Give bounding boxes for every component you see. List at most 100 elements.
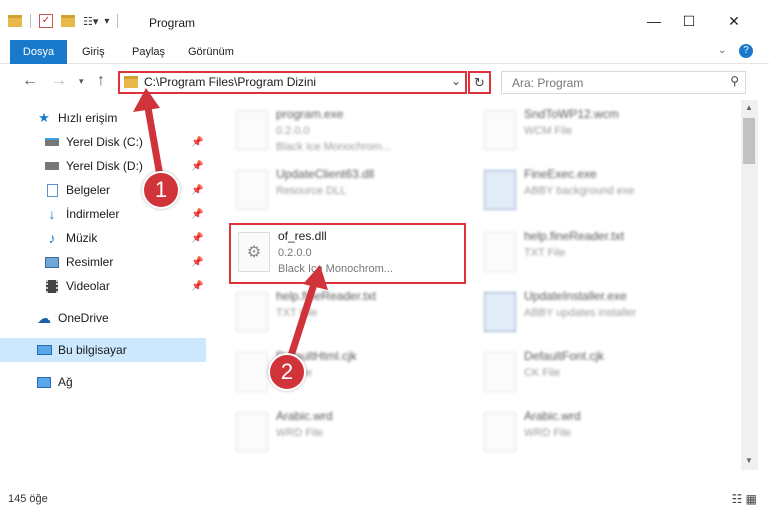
folder-icon <box>124 76 138 88</box>
vertical-scrollbar[interactable]: ▲ ▼ <box>741 100 758 470</box>
sidebar-item-label: Hızlı erişim <box>58 111 118 125</box>
separator <box>30 14 31 28</box>
step-2-badge: 2 <box>268 353 306 391</box>
pin-icon[interactable]: 📌 <box>191 257 203 268</box>
pin-icon[interactable]: 📌 <box>191 281 203 292</box>
search-input[interactable]: Ara: Program ⚲ <box>501 71 746 94</box>
pin-icon[interactable]: 📌 <box>191 209 203 220</box>
list-item[interactable]: program.exe 0.2.0.0 Black Ice Monochrom.… <box>228 104 468 162</box>
file-icon <box>484 412 516 452</box>
file-name: SndToWP12.wcm <box>524 107 619 121</box>
scroll-down-icon[interactable]: ▼ <box>745 456 753 465</box>
sidebar-item-quick-access[interactable]: ★ Hızlı erişim <box>0 106 206 130</box>
window-title: Program <box>149 16 196 30</box>
sidebar-item-videos[interactable]: Videolar 📌 <box>0 274 206 298</box>
view-toggle-icons[interactable]: ☷ ▦ <box>732 492 757 506</box>
tab-share[interactable]: Paylaş <box>124 40 173 64</box>
pin-icon[interactable]: 📌 <box>191 161 203 172</box>
pin-icon[interactable]: 📌 <box>191 233 203 244</box>
list-item[interactable]: FineExec.exe ABBY background exe <box>476 164 716 222</box>
sidebar-item-label: Bu bilgisayar <box>58 343 127 357</box>
folder-icon <box>8 15 22 27</box>
list-item[interactable]: DefaultFont.cjk CK File <box>476 346 716 404</box>
sidebar-item-network[interactable]: Ağ <box>0 370 206 394</box>
exe-file-icon <box>484 292 516 332</box>
navigation-pane: ★ Hızlı erişim Yerel Disk (C:) 📌 Yerel D… <box>0 100 206 470</box>
file-icon <box>484 352 516 392</box>
forward-button[interactable]: → <box>51 72 67 90</box>
pin-icon[interactable]: 📌 <box>191 185 203 196</box>
download-icon: ↓ <box>48 206 56 222</box>
sidebar-item-label: Belgeler <box>66 183 111 197</box>
help-icon[interactable]: ? <box>739 44 753 58</box>
file-type: ABBY updates installer <box>524 307 637 319</box>
sidebar-item-pictures[interactable]: Resimler 📌 <box>0 250 206 274</box>
list-item[interactable]: UpdateInstaller.exe ABBY updates install… <box>476 286 716 344</box>
file-type: WRD File <box>524 427 572 439</box>
file-name: help.fineReader.txt <box>524 229 625 243</box>
customize-icon[interactable]: ☷▾ <box>83 15 98 28</box>
file-type: TXT File <box>276 307 318 319</box>
list-item[interactable]: UpdateClient63.dll Resource DLL <box>228 164 468 222</box>
sidebar-item-local-disk-c[interactable]: Yerel Disk (C:) 📌 <box>0 130 206 154</box>
list-item[interactable]: Arabic.wrd WRD File <box>476 406 716 464</box>
highlight-box <box>229 223 466 284</box>
network-icon <box>36 375 52 389</box>
up-button[interactable]: ↑ <box>97 72 105 90</box>
exe-file-icon <box>484 170 516 210</box>
new-folder-icon[interactable] <box>61 15 75 27</box>
sidebar-item-label: Resimler <box>66 255 114 269</box>
file-name: FineExec.exe <box>524 167 597 181</box>
status-bar: 145 öğe ☷ ▦ <box>0 490 769 512</box>
close-button[interactable]: ✕ <box>711 6 757 36</box>
video-icon <box>44 279 60 293</box>
address-path[interactable]: C:\Program Files\Program Dizini <box>144 75 316 89</box>
file-name: help.fineReader.txt <box>276 289 377 303</box>
file-type: CK File <box>524 367 561 379</box>
list-item[interactable]: help.fineReader.txt TXT File <box>476 226 716 284</box>
file-name: UpdateClient63.dll <box>276 167 375 181</box>
file-type: TXT File <box>524 247 566 259</box>
sidebar-item-downloads[interactable]: ↓ İndirmeler 📌 <box>0 202 206 226</box>
search-placeholder: Ara: Program <box>512 76 584 90</box>
scrollbar-thumb[interactable] <box>743 118 755 164</box>
list-item[interactable]: SndToWP12.wcm WCM File <box>476 104 716 162</box>
sidebar-item-onedrive[interactable]: ☁ OneDrive <box>0 306 206 330</box>
sidebar-item-this-pc[interactable]: Bu bilgisayar <box>0 338 206 362</box>
address-bar[interactable]: C:\Program Files\Program Dizini ⌄ <box>118 71 467 94</box>
step-1-badge: 1 <box>142 171 180 209</box>
refresh-button[interactable]: ↻ <box>468 71 491 94</box>
sidebar-item-label: Videolar <box>66 279 110 293</box>
drive-icon <box>44 159 60 173</box>
navigation-bar: ← → ▾ ↑ C:\Program Files\Program Dizini … <box>0 64 769 100</box>
scroll-up-icon[interactable]: ▲ <box>745 103 753 112</box>
music-icon: ♪ <box>48 230 56 246</box>
tab-home[interactable]: Giriş <box>74 40 113 64</box>
exe-file-icon <box>236 110 268 150</box>
back-button[interactable]: ← <box>22 72 38 90</box>
recent-locations-icon[interactable]: ▾ <box>79 76 84 87</box>
chevron-down-icon[interactable]: ⌄ <box>451 74 461 88</box>
list-item[interactable]: help.fineReader.txt TXT File <box>228 286 468 344</box>
sidebar-item-label: Müzik <box>66 231 98 245</box>
text-file-icon <box>484 232 516 272</box>
sidebar-item-label: Ağ <box>58 375 73 389</box>
quick-access-toolbar: ✓ ☷▾ ▾ <box>8 14 119 28</box>
properties-icon[interactable]: ✓ <box>39 14 53 28</box>
drive-icon <box>44 135 60 149</box>
list-item[interactable]: DefaultHtml.cjk CK File <box>228 346 468 404</box>
file-list: program.exe 0.2.0.0 Black Ice Monochrom.… <box>206 100 741 470</box>
cloud-icon: ☁ <box>37 309 51 326</box>
dropdown-icon[interactable]: ▾ <box>104 16 109 27</box>
sidebar-item-local-disk-d[interactable]: Yerel Disk (D:) 📌 <box>0 154 206 178</box>
search-icon[interactable]: ⚲ <box>730 74 739 88</box>
sidebar-item-music[interactable]: ♪ Müzik 📌 <box>0 226 206 250</box>
file-name: Arabic.wrd <box>276 409 333 423</box>
file-type: WCM File <box>524 125 573 137</box>
list-item[interactable]: Arabic.wrd WRD File <box>228 406 468 464</box>
maximize-button[interactable]: ☐ <box>666 6 712 36</box>
tab-view[interactable]: Görünüm <box>180 40 242 64</box>
expand-ribbon-icon[interactable]: ⌄ <box>718 45 726 56</box>
separator <box>117 14 119 28</box>
pin-icon[interactable]: 📌 <box>191 137 203 148</box>
